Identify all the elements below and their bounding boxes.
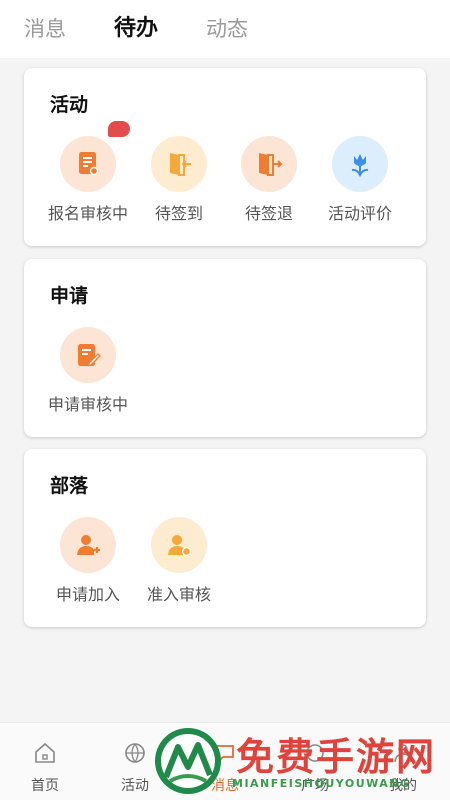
tile-admission-review[interactable]: 准入审核	[133, 517, 225, 605]
tile-label: 待签退	[244, 204, 293, 223]
tile-label: 活动评价	[327, 204, 392, 223]
document-review-icon	[60, 136, 116, 192]
home-icon	[35, 742, 55, 763]
activity-card-title: 活动	[50, 94, 89, 116]
tile-activity-review[interactable]: 活动评价	[314, 136, 406, 224]
tulip-icon	[332, 136, 388, 192]
tile-label: 申请加入	[55, 585, 120, 604]
tab-todo[interactable]: 待办	[114, 0, 158, 58]
nav-home[interactable]: 首页	[10, 741, 80, 795]
watermark-subtext: MIANFEISHOUYOUWANG	[232, 777, 411, 790]
notification-badge	[108, 121, 130, 137]
door-enter-icon	[151, 136, 207, 192]
add-user-icon	[60, 517, 116, 573]
top-tab-bar: 消息 待办 动态	[0, 0, 450, 58]
tile-label: 待签到	[154, 204, 203, 223]
tab-feed[interactable]: 动态	[206, 0, 248, 58]
tile-application-review[interactable]: 申请审核中	[42, 327, 134, 415]
application-card-title: 申请	[50, 285, 89, 307]
activity-card: 活动 报名审核中 待签到 待签退 活动评价	[24, 68, 426, 246]
watermark-logo-icon	[155, 728, 221, 794]
edit-document-icon	[60, 327, 116, 383]
watermark: 免费手游网 MIANFEISHOUYOUWANG	[150, 722, 450, 800]
tile-label: 申请审核中	[47, 395, 128, 414]
watermark-text: 免费手游网	[236, 735, 437, 779]
basketball-icon	[125, 743, 145, 763]
nav-label: 首页	[31, 778, 59, 794]
tribe-card-title: 部落	[50, 475, 89, 497]
application-card: 申请 申请审核中	[24, 259, 426, 437]
tile-pending-checkin[interactable]: 待签到	[133, 136, 225, 224]
tab-messages[interactable]: 消息	[24, 0, 66, 58]
tile-pending-checkout[interactable]: 待签退	[223, 136, 315, 224]
user-check-icon	[151, 517, 207, 573]
tile-registration-review[interactable]: 报名审核中	[42, 136, 134, 224]
door-exit-icon	[241, 136, 297, 192]
tile-label: 准入审核	[146, 585, 211, 604]
tile-label: 报名审核中	[47, 204, 128, 223]
tribe-card: 部落 申请加入 准入审核	[24, 449, 426, 627]
tile-join-request[interactable]: 申请加入	[42, 517, 134, 605]
